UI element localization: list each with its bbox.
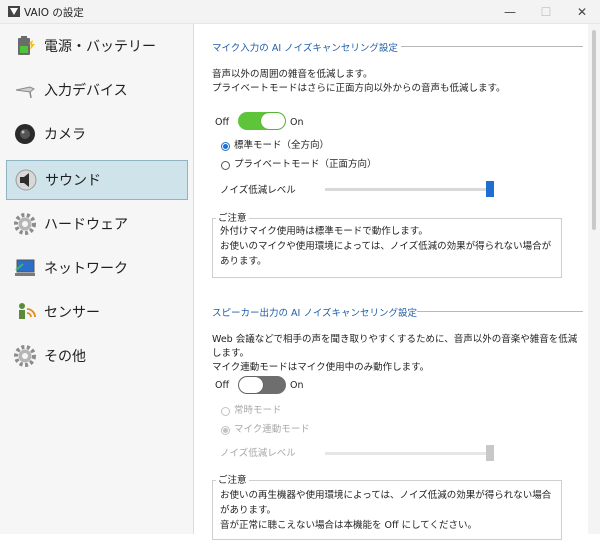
maximize-icon: ☐ xyxy=(540,5,552,19)
mic-noise-level-slider[interactable] xyxy=(325,188,491,191)
sidebar-item-sensor[interactable]: センサー xyxy=(6,292,188,332)
speaker-description-3: マイク連動モードはマイク使用中のみ動作します。 xyxy=(212,362,430,373)
sidebar: 電源・バッテリー 入力デバイス カメラ サウンド ハードウェア ネットワーク セ… xyxy=(0,24,194,534)
gear-icon xyxy=(12,343,38,369)
mic-notice-line-3: あります。 xyxy=(220,256,267,267)
speaker-description-2: します。 xyxy=(212,348,250,359)
speaker-noise-level-slider-thumb xyxy=(486,445,494,461)
speaker-notice-title: ご注意 xyxy=(216,472,249,486)
mic-standard-mode-label[interactable]: 標準モード（全方向） xyxy=(234,139,329,153)
speaker-description-1: Web 会議などで相手の声を聞き取りやすくするために、音声以外の音楽や雑音を低減 xyxy=(212,334,578,345)
sidebar-item-label: ネットワーク xyxy=(44,261,128,277)
close-icon: ✕ xyxy=(576,5,588,19)
sidebar-item-input-devices[interactable]: 入力デバイス xyxy=(6,70,188,110)
section-divider xyxy=(401,46,583,47)
speaker-notice-line-2: があります。 xyxy=(220,505,277,516)
speaker-noise-level-label: ノイズ低減レベル xyxy=(220,448,296,459)
sidebar-item-label: サウンド xyxy=(45,173,101,189)
mic-notice-line-2: お使いのマイクや使用環境によっては、ノイズ低減の効果が得られない場合が xyxy=(220,241,552,252)
mic-noise-level-slider-thumb[interactable] xyxy=(486,181,494,197)
sidebar-item-label: カメラ xyxy=(44,127,86,143)
mic-notice-title: ご注意 xyxy=(216,210,249,224)
sidebar-item-camera[interactable]: カメラ xyxy=(6,114,188,154)
vertical-scrollbar[interactable] xyxy=(588,24,600,534)
vaio-app-icon xyxy=(8,6,20,17)
sidebar-item-sound[interactable]: サウンド xyxy=(6,160,188,200)
sidebar-item-network[interactable]: ネットワーク xyxy=(6,248,188,288)
title-bar: VAIO の設定 — ☐ ✕ xyxy=(0,0,600,24)
speaker-icon xyxy=(13,167,39,193)
sidebar-item-other[interactable]: その他 xyxy=(6,336,188,376)
mic-standard-mode-radio[interactable] xyxy=(221,142,230,151)
mic-private-mode-radio[interactable] xyxy=(221,161,230,170)
mic-notice-line-1: 外付けマイク使用時は標準モードで動作します。 xyxy=(220,226,428,237)
speaker-notice-line-3: 音が正常に聴こえない場合は本機能を Off にしてください。 xyxy=(220,520,477,531)
sidebar-item-label: 入力デバイス xyxy=(44,83,128,99)
gear-icon xyxy=(12,211,38,237)
settings-content: マイク入力の AI ノイズキャンセリング設定 音声以外の周囲の雑音を低減します。… xyxy=(195,24,587,540)
speaker-section-heading: スピーカー出力の AI ノイズキャンセリング設定 xyxy=(212,308,418,319)
sidebar-item-hardware[interactable]: ハードウェア xyxy=(6,204,188,244)
minimize-button[interactable]: — xyxy=(494,0,526,24)
speaker-noise-cancel-toggle[interactable] xyxy=(238,376,286,394)
mic-description-1: 音声以外の周囲の雑音を低減します。 xyxy=(212,69,373,80)
mic-noise-level-label: ノイズ低減レベル xyxy=(220,185,296,196)
speaker-toggle-on-label: On xyxy=(290,380,304,391)
pen-icon xyxy=(12,77,38,103)
mic-noise-cancel-toggle[interactable] xyxy=(238,112,286,130)
section-divider xyxy=(417,311,583,312)
speaker-notice-line-1: お使いの再生機器や使用環境によっては、ノイズ低減の効果が得られない場合 xyxy=(220,490,552,501)
battery-icon xyxy=(12,33,38,59)
camera-icon xyxy=(12,121,38,147)
toggle-knob xyxy=(239,377,263,393)
sidebar-item-power-battery[interactable]: 電源・バッテリー xyxy=(6,26,188,66)
sidebar-item-label: センサー xyxy=(44,305,100,321)
mic-section-heading: マイク入力の AI ノイズキャンセリング設定 xyxy=(212,43,398,54)
sidebar-item-label: 電源・バッテリー xyxy=(44,39,156,55)
mic-private-mode-label[interactable]: プライベートモード（正面方向） xyxy=(234,158,377,172)
speaker-mic-linked-mode-label: マイク連動モード xyxy=(234,424,310,435)
mic-toggle-on-label: On xyxy=(290,117,304,128)
speaker-noise-level-slider xyxy=(325,452,491,455)
close-button[interactable]: ✕ xyxy=(566,0,598,24)
speaker-mic-linked-mode-radio xyxy=(221,426,230,435)
speaker-always-mode-label: 常時モード xyxy=(234,405,282,416)
toggle-knob xyxy=(261,113,285,129)
maximize-button: ☐ xyxy=(530,0,562,24)
sidebar-item-label: その他 xyxy=(44,349,86,365)
speaker-always-mode-radio xyxy=(221,407,230,416)
scrollbar-thumb[interactable] xyxy=(592,30,596,230)
mic-toggle-off-label: Off xyxy=(215,117,230,128)
minimize-icon: — xyxy=(504,5,516,19)
sensor-icon xyxy=(12,299,38,325)
network-icon xyxy=(12,255,38,281)
sidebar-item-label: ハードウェア xyxy=(44,217,128,233)
speaker-toggle-off-label: Off xyxy=(215,380,230,391)
mic-description-2: プライベートモードはさらに正面方向以外からの音声も低減します。 xyxy=(212,83,506,94)
window-title: VAIO の設定 xyxy=(24,7,84,19)
